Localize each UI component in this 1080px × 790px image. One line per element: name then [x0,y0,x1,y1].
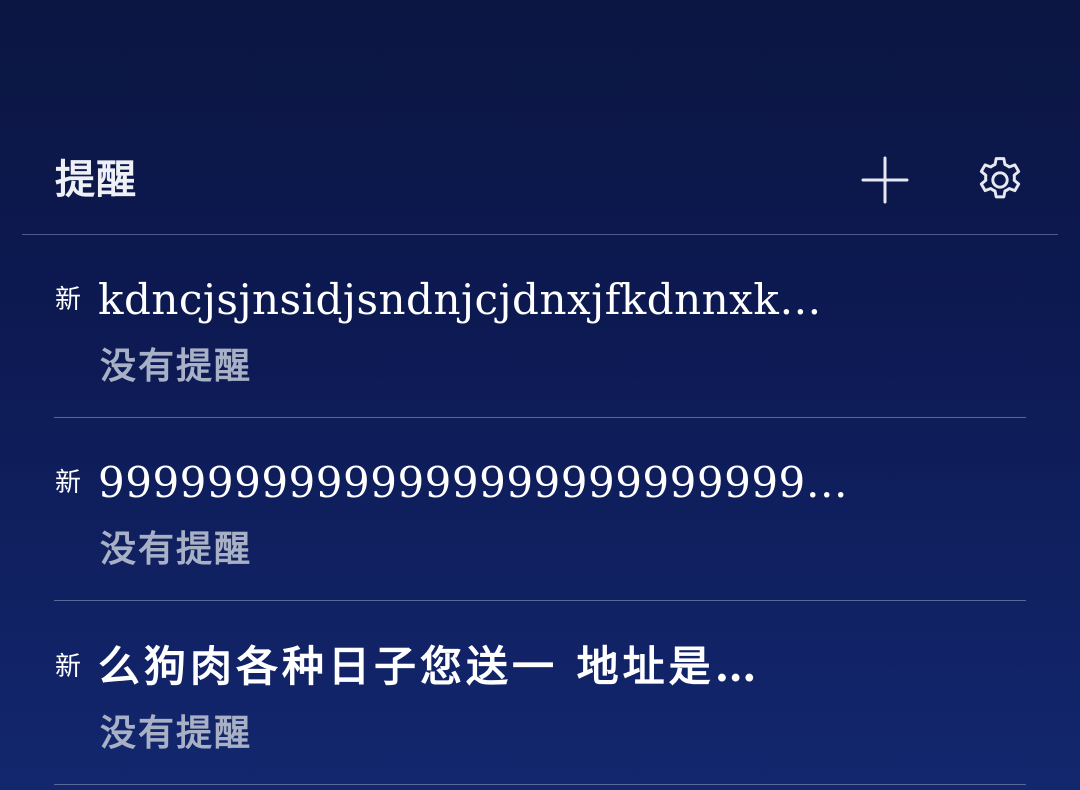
reminder-item[interactable]: 新 99999999999999999999999999… 没有提醒 [0,418,1080,601]
plus-icon [861,156,909,204]
reminder-item[interactable]: 新 kdncjsjnsidjsndnjcjdnxjfkdnnxk… 没有提醒 [0,235,1080,418]
page-title: 提醒 [55,156,137,203]
reminder-status: 没有提醒 [100,528,253,570]
reminder-status: 没有提醒 [100,345,253,387]
reminder-title: kdncjsjnsidjsndnjcjdnxjfkdnnxk… [98,275,822,324]
reminder-item[interactable]: 新 么狗肉各种日子您送一 地址是… 没有提醒 [0,602,1080,785]
item-divider [54,600,1026,601]
item-divider [54,784,1026,785]
app-header: 提醒 [0,130,1080,234]
new-badge: 新 [55,468,82,498]
new-badge: 新 [55,652,82,682]
reminder-title: 99999999999999999999999999… [98,458,849,507]
gear-icon [979,157,1021,199]
reminder-status: 没有提醒 [100,712,253,754]
new-badge: 新 [55,285,82,315]
reminder-title: 么狗肉各种日子您送一 地址是… [98,642,761,691]
add-reminder-button[interactable] [857,152,913,208]
settings-button[interactable] [972,152,1028,208]
